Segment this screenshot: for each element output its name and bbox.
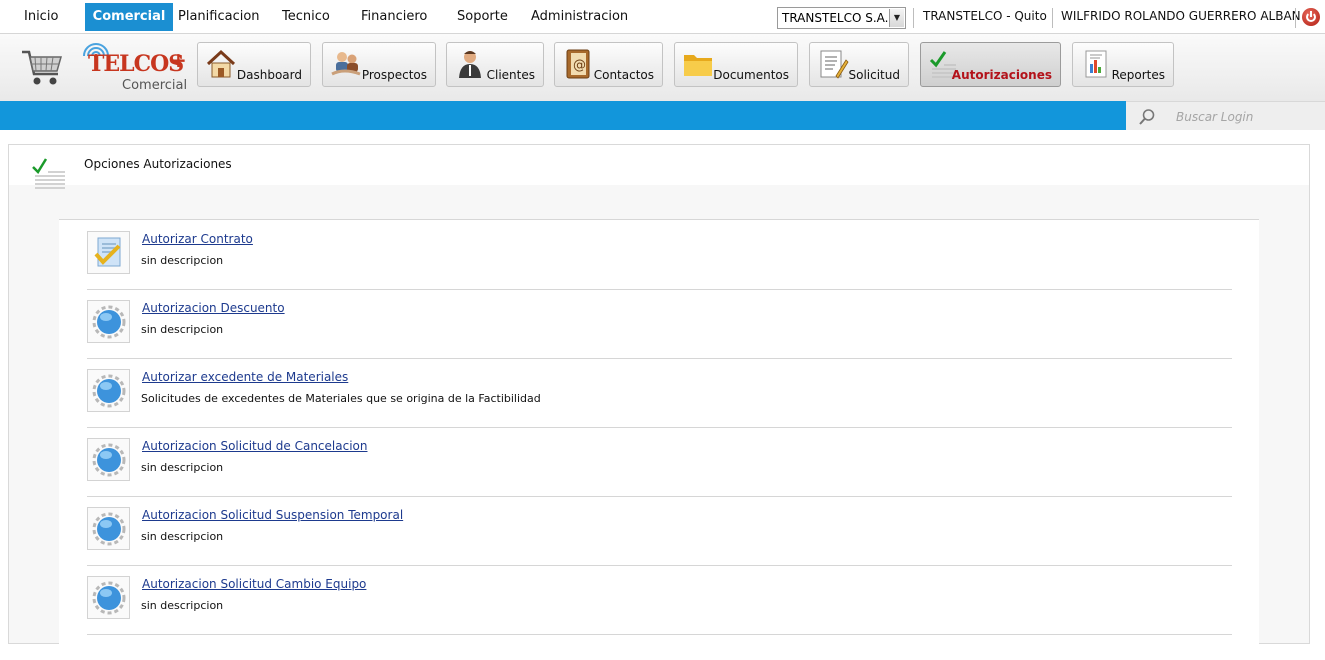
option-description: Solicitudes de excedentes de Materiales … bbox=[141, 392, 541, 405]
search-icon[interactable] bbox=[1138, 108, 1156, 126]
option-link[interactable]: Autorizacion Solicitud de Cancelacion bbox=[142, 439, 367, 453]
option-link[interactable]: Autorizar excedente de Materiales bbox=[142, 370, 348, 384]
chevron-down-icon[interactable]: ▼ bbox=[889, 9, 904, 27]
module-documentos-button[interactable]: Documentos bbox=[674, 42, 798, 87]
menu-item-inicio[interactable]: Inicio bbox=[24, 3, 58, 31]
module-clientes-button[interactable]: Clientes bbox=[446, 42, 544, 87]
module-label: Documentos bbox=[713, 68, 789, 82]
contract-check-icon bbox=[94, 237, 121, 267]
module-dashboard-button[interactable]: Dashboard bbox=[197, 42, 311, 87]
option-link[interactable]: Autorizacion Descuento bbox=[142, 301, 285, 315]
globe-gear-icon bbox=[92, 374, 126, 408]
module-label: Autorizaciones bbox=[951, 68, 1052, 82]
folder-icon bbox=[684, 55, 712, 76]
option-description: sin descripcion bbox=[141, 461, 224, 474]
menu-item-planificacion[interactable]: Planificacion bbox=[178, 3, 260, 31]
search-box bbox=[1126, 101, 1325, 130]
svg-text:@: @ bbox=[573, 58, 586, 73]
company-select[interactable]: TRANSTELCO S.A. ▼ bbox=[777, 7, 906, 29]
logo-plus: + bbox=[170, 48, 187, 72]
module-autorizaciones-button[interactable]: Autorizaciones bbox=[920, 42, 1061, 87]
module-label: Dashboard bbox=[236, 68, 302, 82]
divider bbox=[1052, 8, 1053, 28]
menu-item-comercial[interactable]: Comercial bbox=[85, 3, 173, 31]
module-solicitud-button[interactable]: Solicitud bbox=[809, 42, 909, 87]
module-label: Prospectos bbox=[361, 68, 427, 82]
user-name: WILFRIDO ROLANDO GUERRERO ALBAN bbox=[1061, 9, 1301, 23]
option-description: sin descripcion bbox=[141, 254, 224, 267]
divider bbox=[1295, 8, 1296, 28]
option-thumbnail[interactable] bbox=[87, 507, 130, 550]
search-login-input[interactable] bbox=[1174, 107, 1318, 127]
list-item: Autorizar Contrato sin descripcion bbox=[87, 220, 1232, 290]
top-menu-bar: Inicio Comercial Planificacion Tecnico F… bbox=[0, 0, 1325, 34]
report-icon bbox=[1085, 50, 1107, 78]
module-label: Solicitud bbox=[848, 68, 901, 82]
shopping-cart-icon bbox=[22, 50, 62, 85]
logout-power-icon[interactable] bbox=[1302, 8, 1320, 26]
menu-item-administracion[interactable]: Administracion bbox=[531, 3, 628, 31]
module-label: Contactos bbox=[593, 68, 654, 82]
options-list: Autorizar Contrato sin descripcion Autor… bbox=[59, 219, 1259, 660]
logo-text: TELCOS bbox=[88, 51, 184, 77]
menu-item-soporte[interactable]: Soporte bbox=[457, 3, 508, 31]
globe-gear-icon bbox=[92, 443, 126, 477]
request-icon bbox=[820, 50, 849, 79]
option-thumbnail[interactable] bbox=[87, 300, 130, 343]
prospects-icon bbox=[331, 52, 361, 76]
list-item: Autorizacion Solicitud Suspension Tempor… bbox=[87, 496, 1232, 566]
module-contactos-button[interactable]: @ Contactos bbox=[554, 42, 663, 87]
module-label: Reportes bbox=[1111, 68, 1165, 82]
office-label: TRANSTELCO - Quito bbox=[923, 9, 1047, 23]
telcos-logo: TELCOS + Comercial bbox=[78, 38, 188, 94]
panel-title: Opciones Autorizaciones bbox=[84, 157, 232, 171]
option-link[interactable]: Autorizacion Solicitud Suspension Tempor… bbox=[142, 508, 403, 522]
option-description: sin descripcion bbox=[141, 599, 224, 612]
option-description: sin descripcion bbox=[141, 323, 224, 336]
list-item: Autorizar excedente de Materiales Solici… bbox=[87, 358, 1232, 428]
client-icon bbox=[459, 51, 481, 78]
list-item: Autorizacion Solicitud de Cancelacion si… bbox=[87, 427, 1232, 497]
module-label: Clientes bbox=[486, 68, 535, 82]
module-reportes-button[interactable]: Reportes bbox=[1072, 42, 1174, 87]
globe-gear-icon bbox=[92, 581, 126, 615]
option-link[interactable]: Autorizacion Solicitud Cambio Equipo bbox=[142, 577, 366, 591]
panel-header: Opciones Autorizaciones bbox=[9, 145, 1309, 189]
address-book-icon: @ bbox=[566, 49, 590, 79]
authorizations-panel: Opciones Autorizaciones Autorizar Contra… bbox=[8, 144, 1310, 660]
divider bbox=[913, 8, 914, 28]
list-item: Autorizacion Solicitud Cambio Equipo sin… bbox=[87, 565, 1232, 635]
logo-subtitle: Comercial bbox=[122, 78, 188, 93]
option-thumbnail[interactable] bbox=[87, 231, 130, 274]
option-thumbnail[interactable] bbox=[87, 438, 130, 481]
list-item: Autorizacion Descuento sin descripcion bbox=[87, 289, 1232, 359]
module-toolbar: TELCOS + Comercial Dashboard Prospectos bbox=[0, 34, 1325, 102]
company-select-value: TRANSTELCO S.A. bbox=[782, 11, 889, 25]
option-thumbnail[interactable] bbox=[87, 369, 130, 412]
globe-gear-icon bbox=[92, 512, 126, 546]
accent-bar bbox=[0, 101, 1126, 130]
option-link[interactable]: Autorizar Contrato bbox=[142, 232, 253, 246]
option-description: sin descripcion bbox=[141, 530, 224, 543]
menu-item-financiero[interactable]: Financiero bbox=[361, 3, 427, 31]
option-thumbnail[interactable] bbox=[87, 576, 130, 619]
checklist-icon bbox=[32, 158, 65, 189]
module-prospectos-button[interactable]: Prospectos bbox=[322, 42, 436, 87]
house-icon bbox=[206, 49, 236, 78]
globe-gear-icon bbox=[92, 305, 126, 339]
menu-item-tecnico[interactable]: Tecnico bbox=[282, 3, 330, 31]
